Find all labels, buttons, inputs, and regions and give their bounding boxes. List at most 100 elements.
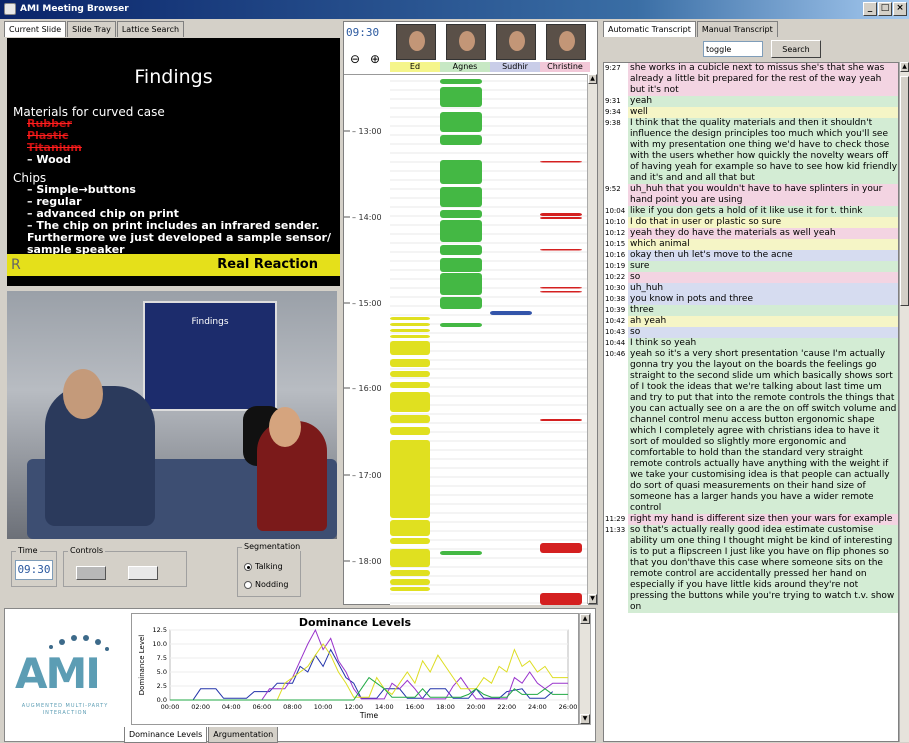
transcript-row[interactable]: 11:33 so that's actually really good idea… xyxy=(604,525,898,613)
tab-dominance-levels[interactable]: Dominance Levels xyxy=(124,727,208,743)
segment-ed[interactable] xyxy=(390,323,430,326)
transcript-row[interactable]: 10:12 yeah they do have the materials as … xyxy=(604,228,898,239)
segment-christine[interactable] xyxy=(540,217,582,219)
transcript-row[interactable]: 9:31 yeah xyxy=(604,96,898,107)
play-button[interactable] xyxy=(76,566,106,580)
segment-ed[interactable] xyxy=(390,538,430,544)
segment-agnes[interactable] xyxy=(440,187,482,207)
segment-ed[interactable] xyxy=(390,341,430,355)
tab-automatic-transcript[interactable]: Automatic Transcript xyxy=(603,21,696,37)
segment-christine[interactable] xyxy=(540,543,582,553)
transcript-list[interactable]: 9:27 she works in a cubicle next to missu… xyxy=(603,62,899,742)
segment-ed[interactable] xyxy=(390,579,430,585)
segment-agnes[interactable] xyxy=(440,323,482,327)
segment-agnes[interactable] xyxy=(440,273,482,295)
participant-agnes[interactable]: Agnes xyxy=(440,22,490,72)
transcript-row[interactable]: 9:34 well xyxy=(604,107,898,118)
segment-agnes[interactable] xyxy=(440,79,482,84)
transcript-row[interactable]: 10:46 yeah so it's a very short presentat… xyxy=(604,349,898,514)
segment-ed[interactable] xyxy=(390,317,430,320)
close-button[interactable]: × xyxy=(893,2,907,16)
transcript-timestamp: 10:04 xyxy=(604,206,628,217)
transcript-row[interactable]: 9:52 uh_huh that you wouldn't have to hav… xyxy=(604,184,898,206)
segment-ed[interactable] xyxy=(390,392,430,412)
participant-christine[interactable]: Christine xyxy=(540,22,590,72)
radio-talking[interactable]: Talking xyxy=(244,562,283,571)
transcript-row[interactable]: 10:39 three xyxy=(604,305,898,316)
participant-sudhir[interactable]: Sudhir xyxy=(490,22,540,72)
segment-christine[interactable] xyxy=(540,291,582,293)
transcript-row[interactable]: 9:38 I think that the quality materials a… xyxy=(604,118,898,184)
segment-sudhir[interactable] xyxy=(490,311,532,315)
tab-argumentation[interactable]: Argumentation xyxy=(208,727,279,743)
segment-agnes[interactable] xyxy=(440,245,482,255)
position-slider[interactable] xyxy=(128,566,158,580)
timeline-area[interactable]: – 13:00 – 14:00 – 15:00 – 16:00 – 17:00 – 18:… xyxy=(344,74,588,605)
transcript-row[interactable]: 10:15 which animal xyxy=(604,239,898,250)
transcript-row[interactable]: 10:44 I think so yeah xyxy=(604,338,898,349)
segment-christine[interactable] xyxy=(540,249,582,251)
segment-agnes[interactable] xyxy=(440,297,482,309)
segment-ed[interactable] xyxy=(390,329,430,332)
transcript-timestamp: 9:27 xyxy=(604,63,628,96)
participant-ed[interactable]: Ed xyxy=(390,22,440,72)
transcript-row[interactable]: 10:42 ah yeah xyxy=(604,316,898,327)
transcript-row[interactable]: 10:38 you know in pots and three xyxy=(604,294,898,305)
segment-ed[interactable] xyxy=(390,382,430,388)
transcript-row[interactable]: 9:27 she works in a cubicle next to missu… xyxy=(604,63,898,96)
scroll-up-arrow[interactable]: ▲ xyxy=(580,614,590,624)
transcript-search-input[interactable] xyxy=(703,41,763,57)
segment-agnes[interactable] xyxy=(440,210,482,218)
transcript-row[interactable]: 10:43 so xyxy=(604,327,898,338)
scroll-down-arrow[interactable]: ▼ xyxy=(588,594,597,604)
segment-agnes[interactable] xyxy=(440,551,482,555)
segment-ed[interactable] xyxy=(390,520,430,536)
scroll-thumb[interactable] xyxy=(900,76,909,306)
segment-ed[interactable] xyxy=(390,570,430,576)
zoom-in-icon[interactable]: ⊕ xyxy=(370,52,380,66)
scroll-down-arrow[interactable]: ▼ xyxy=(580,714,590,724)
transcript-row[interactable]: 10:19 sure xyxy=(604,261,898,272)
segment-ed[interactable] xyxy=(390,549,430,567)
scroll-up-arrow[interactable]: ▲ xyxy=(900,62,909,72)
tab-slide-tray[interactable]: Slide Tray xyxy=(67,21,116,37)
segment-agnes[interactable] xyxy=(440,135,482,145)
segment-agnes[interactable] xyxy=(440,112,482,132)
segment-agnes[interactable] xyxy=(440,258,482,272)
transcript-row[interactable]: 10:16 okay then uh let's move to the acne xyxy=(604,250,898,261)
segment-christine[interactable] xyxy=(540,287,582,289)
segment-christine[interactable] xyxy=(540,213,582,216)
segment-ed[interactable] xyxy=(390,415,430,423)
zoom-out-icon[interactable]: ⊖ xyxy=(350,52,360,66)
segment-ed[interactable] xyxy=(390,359,430,367)
segment-ed[interactable] xyxy=(390,427,430,435)
scroll-up-arrow[interactable]: ▲ xyxy=(588,74,597,84)
segment-christine[interactable] xyxy=(540,419,582,421)
transcript-row[interactable]: 10:22 so xyxy=(604,272,898,283)
segment-ed[interactable] xyxy=(390,440,430,518)
tab-lattice-search[interactable]: Lattice Search xyxy=(116,21,185,37)
search-button[interactable]: Search xyxy=(771,40,821,58)
transcript-row[interactable]: 10:04 like if you don gets a hold of it l… xyxy=(604,206,898,217)
segment-ed[interactable] xyxy=(390,371,430,377)
segment-ed[interactable] xyxy=(390,335,430,338)
segment-ed[interactable] xyxy=(390,587,430,591)
transcript-scrollbar[interactable]: ▲ xyxy=(899,62,909,742)
participant-photo xyxy=(446,24,486,60)
radio-nodding[interactable]: Nodding xyxy=(244,580,288,589)
minimize-button[interactable]: _ xyxy=(863,2,877,16)
dominance-scrollbar[interactable]: ▲ ▼ xyxy=(579,613,591,725)
transcript-row[interactable]: 10:10 I do that in user or plastic so sur… xyxy=(604,217,898,228)
maximize-button[interactable]: □ xyxy=(878,2,892,16)
segment-christine[interactable] xyxy=(540,161,582,163)
transcript-row[interactable]: 11:29 right my hand is different size the… xyxy=(604,514,898,525)
tab-manual-transcript[interactable]: Manual Transcript xyxy=(696,21,778,37)
meeting-video[interactable]: Findings xyxy=(7,291,337,539)
segment-agnes[interactable] xyxy=(440,87,482,107)
transcript-row[interactable]: 10:30 uh_huh xyxy=(604,283,898,294)
tab-current-slide[interactable]: Current Slide xyxy=(4,21,67,37)
segment-christine[interactable] xyxy=(540,593,582,605)
segment-agnes[interactable] xyxy=(440,160,482,184)
timeline-scrollbar[interactable]: ▲ ▼ xyxy=(587,74,597,604)
segment-agnes[interactable] xyxy=(440,220,482,242)
